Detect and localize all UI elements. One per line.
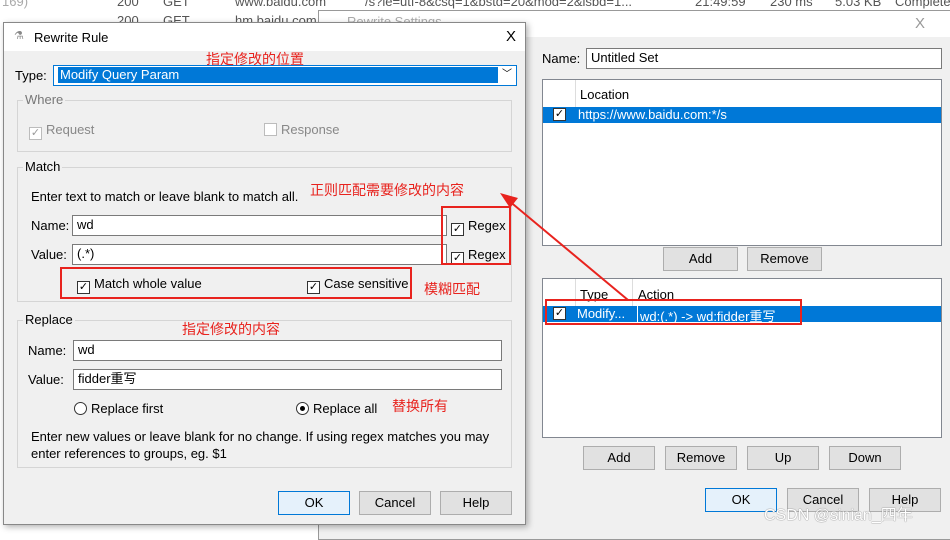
annotation-arrow	[500, 193, 629, 301]
watermark: CSDN @sinian_四年	[764, 507, 913, 524]
